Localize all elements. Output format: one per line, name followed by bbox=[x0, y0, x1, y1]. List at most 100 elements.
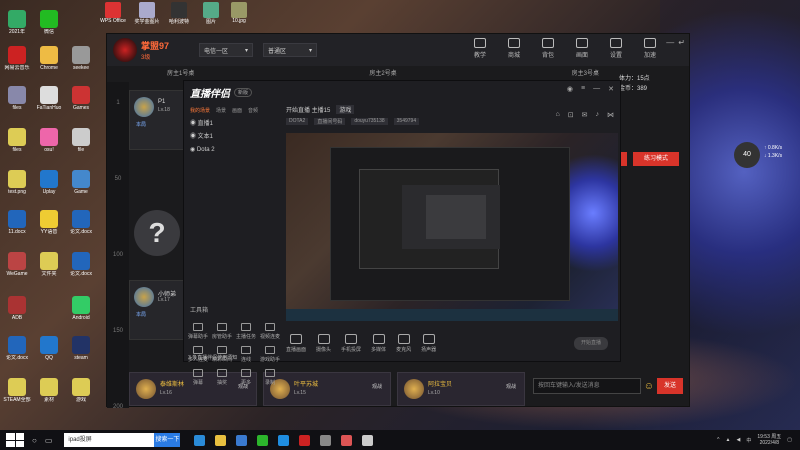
network-widget[interactable]: 40 ↑ 0.8K/s ↓ 1.3K/s bbox=[732, 140, 790, 172]
windows-start-icon[interactable] bbox=[6, 433, 24, 447]
emoji-icon[interactable]: ☺ bbox=[644, 381, 654, 392]
app-icon[interactable] bbox=[341, 434, 353, 446]
tab-0[interactable]: 我的场景 bbox=[190, 107, 210, 114]
tool-item[interactable]: 录制 bbox=[258, 369, 282, 386]
scene-item[interactable]: ◉ 文本1 bbox=[190, 131, 284, 144]
network-icon[interactable]: ▲ bbox=[726, 437, 731, 443]
tool-item[interactable]: 抽奖 bbox=[210, 369, 234, 386]
taskbar-search-input[interactable]: ipad投屏 bbox=[64, 433, 155, 447]
desktop-icon[interactable]: steam bbox=[66, 336, 96, 361]
desktop-icon[interactable]: osu! bbox=[34, 128, 64, 153]
bottom-tool[interactable]: 扬声器 bbox=[421, 333, 436, 353]
wechat-icon[interactable] bbox=[257, 434, 269, 446]
tool-item[interactable]: 更多 bbox=[234, 369, 258, 386]
desktop-icon[interactable]: YY语音 bbox=[34, 210, 64, 235]
server-select[interactable]: 电信一区 ▾ bbox=[199, 43, 254, 57]
desktop-icon[interactable]: 素材 bbox=[34, 378, 64, 403]
desktop-icon[interactable]: 论文.docx bbox=[66, 252, 96, 277]
bottom-tool[interactable]: 多媒体 bbox=[371, 333, 386, 353]
desktop-icon[interactable]: files bbox=[2, 128, 32, 153]
taskbar-search-button[interactable]: 搜索一下 bbox=[154, 433, 181, 447]
desktop-icon[interactable]: 10.jpg bbox=[226, 2, 252, 24]
version-badge[interactable]: 新版 bbox=[234, 87, 253, 97]
room-number[interactable]: 150 bbox=[107, 328, 129, 334]
bell-icon[interactable]: ♪ bbox=[596, 111, 600, 119]
tool-item[interactable]: 弹幕 bbox=[186, 369, 210, 386]
desktop-icon[interactable]: 论文.docx bbox=[66, 210, 96, 235]
tool-item[interactable]: 游戏助手 bbox=[258, 346, 282, 363]
room-number[interactable]: 50 bbox=[107, 176, 129, 182]
desktop-icon[interactable]: file bbox=[66, 128, 96, 153]
mode-select[interactable]: 普通区 ▾ bbox=[263, 43, 318, 57]
desktop-icon[interactable]: Chrome bbox=[34, 46, 64, 71]
nav-item[interactable]: 设置 bbox=[605, 38, 627, 59]
spectate-button[interactable]: 观战 bbox=[506, 383, 516, 390]
desktop-icon[interactable]: 11.docx bbox=[2, 210, 32, 235]
player-card[interactable]: 小师弟 Lv.17 本局 bbox=[129, 280, 185, 340]
tool-item[interactable]: 主播任务 bbox=[234, 323, 258, 340]
send-button[interactable]: 发送 bbox=[657, 378, 683, 394]
desktop-icon[interactable]: 2021年 bbox=[2, 10, 32, 35]
desktop-icon[interactable]: FaTianHuo bbox=[34, 86, 64, 111]
close-icon[interactable]: ✕ bbox=[608, 85, 614, 93]
lock-icon[interactable]: ⊡ bbox=[568, 111, 574, 119]
practice-mode-button[interactable]: 练习模式 bbox=[633, 152, 679, 166]
tab-2[interactable]: 画面 bbox=[232, 107, 242, 114]
eye-icon[interactable]: ◉ bbox=[190, 134, 198, 140]
volume-icon[interactable]: ◀ bbox=[736, 437, 740, 443]
stream-title[interactable]: 开始直播 主播15 bbox=[286, 105, 330, 114]
desktop-icon[interactable]: 论文.docx bbox=[2, 336, 32, 361]
room-number[interactable]: 100 bbox=[107, 252, 129, 258]
tool-item[interactable]: 连线 bbox=[234, 346, 258, 363]
room-number[interactable]: 1 bbox=[107, 100, 129, 106]
eye-icon[interactable]: ◉ bbox=[190, 147, 197, 153]
room-number[interactable]: 200 bbox=[107, 404, 129, 410]
bottom-tool[interactable]: 手机投屏 bbox=[341, 333, 361, 353]
tool-item[interactable]: 弹幕助手 bbox=[186, 323, 210, 340]
tool-item[interactable]: 房管助手 bbox=[210, 323, 234, 340]
nav-item[interactable]: 加速 bbox=[639, 38, 661, 59]
nav-item[interactable]: 画面 bbox=[571, 38, 593, 59]
tool-item[interactable]: 视频连麦 bbox=[258, 323, 282, 340]
chevron-up-icon[interactable]: ^ bbox=[717, 437, 719, 443]
edge-icon[interactable] bbox=[194, 434, 206, 446]
scene-item[interactable]: ◉ 直播1 bbox=[190, 118, 284, 131]
notification-icon[interactable]: ▢ bbox=[787, 437, 792, 443]
menu-icon[interactable]: ≡ bbox=[581, 85, 585, 93]
bottom-tool[interactable]: 摄像头 bbox=[316, 333, 331, 353]
desktop-icon[interactable]: 游戏 bbox=[66, 378, 96, 403]
desktop-icon[interactable]: ADB bbox=[2, 296, 32, 321]
gift-icon[interactable]: ⌂ bbox=[556, 111, 560, 119]
desktop-icon[interactable]: 微信 bbox=[34, 10, 64, 35]
eye-icon[interactable]: ◉ bbox=[190, 121, 198, 127]
desktop-icon[interactable]: 网易云音乐 bbox=[2, 46, 32, 71]
spectate-button[interactable]: 观战 bbox=[372, 383, 382, 390]
bottom-tool[interactable]: 直播画面 bbox=[286, 333, 306, 353]
desktop-icon[interactable]: 奖学金图片 bbox=[134, 2, 160, 25]
search-icon[interactable]: ○ bbox=[32, 436, 37, 445]
tab-1[interactable]: 场景 bbox=[216, 107, 226, 114]
unknown-player-icon[interactable]: ? bbox=[134, 210, 180, 256]
desktop-icon[interactable]: test.png bbox=[2, 170, 32, 195]
app-icon[interactable] bbox=[362, 434, 374, 446]
clock[interactable]: 19:53 周五 2022/4/8 bbox=[757, 434, 781, 446]
desktop-icon[interactable]: seekee bbox=[66, 46, 96, 71]
chat-input[interactable]: 按回车键输入/发送消息 bbox=[533, 378, 641, 394]
desktop-icon[interactable]: Game bbox=[66, 170, 96, 195]
game-icon[interactable] bbox=[299, 434, 311, 446]
desktop-icon[interactable]: 哈利波特 bbox=[166, 2, 192, 25]
tab-3[interactable]: 音频 bbox=[248, 107, 258, 114]
bottom-tool[interactable]: 麦克风 bbox=[396, 333, 411, 353]
desktop-icon[interactable]: WeGame bbox=[2, 252, 32, 277]
usage-notice[interactable]: 3 条直播伴侣使用须知 bbox=[188, 354, 237, 361]
desktop-icon[interactable]: Android bbox=[66, 296, 96, 321]
ime-icon[interactable]: 中 bbox=[746, 437, 751, 444]
desktop-icon[interactable]: QQ bbox=[34, 336, 64, 361]
desktop-icon[interactable]: STEAM全部 bbox=[2, 378, 32, 403]
scene-item[interactable]: ◉ Dota 2 bbox=[190, 144, 284, 157]
start-stream-button[interactable]: 开始直播 bbox=[574, 336, 608, 350]
minimize-icon[interactable]: — bbox=[666, 38, 674, 47]
task-view-icon[interactable]: ▭ bbox=[45, 436, 53, 445]
qq-icon[interactable] bbox=[278, 434, 290, 446]
browser-icon[interactable] bbox=[236, 434, 248, 446]
